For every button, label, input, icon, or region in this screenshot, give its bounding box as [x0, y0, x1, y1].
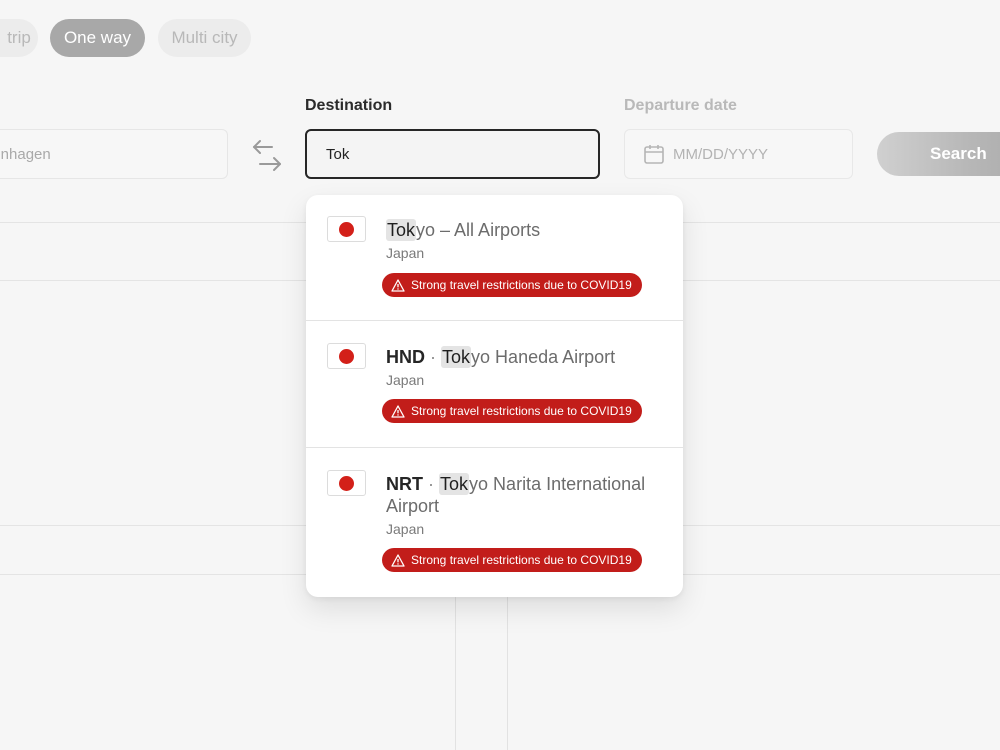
- search-button[interactable]: Search: [877, 132, 1000, 176]
- matched-text: Tok: [441, 346, 472, 368]
- suggestion-item[interactable]: HND · Tokyo Haneda Airport Japan Strong …: [306, 321, 683, 448]
- calendar-icon: [644, 145, 664, 164]
- covid-warning-badge: Strong travel restrictions due to COVID1…: [382, 273, 642, 297]
- round-trip-label: trip: [7, 28, 31, 47]
- multi-city-tab[interactable]: Multi city: [158, 19, 251, 57]
- covid-warning-text: Strong travel restrictions due to COVID1…: [411, 278, 632, 292]
- matched-text: Tok: [386, 219, 417, 241]
- destination-input[interactable]: [305, 129, 600, 179]
- suggestion-name: yo Narita International Airport: [386, 474, 646, 516]
- warning-triangle-icon: [391, 404, 405, 418]
- background-divider: [455, 575, 456, 750]
- departure-date-placeholder: MM/DD/YYYY: [673, 145, 769, 163]
- destination-suggestions: Tokyo – All Airports Japan Strong travel…: [306, 195, 683, 597]
- destination-label: Destination: [305, 97, 393, 114]
- suggestion-name: yo Haneda Airport: [471, 347, 616, 367]
- background-divider: [507, 575, 508, 750]
- airport-code: HND: [386, 347, 425, 367]
- separator: ·: [430, 347, 437, 367]
- multi-city-label: Multi city: [171, 28, 238, 47]
- suggestion-title: Tokyo – All Airports: [386, 219, 666, 241]
- covid-warning-badge: Strong travel restrictions due to COVID1…: [382, 548, 642, 572]
- search-button-label: Search: [930, 144, 987, 163]
- separator: ·: [428, 474, 435, 494]
- covid-warning-badge: Strong travel restrictions due to COVID1…: [382, 399, 642, 423]
- swap-arrows-icon: [253, 140, 281, 171]
- covid-warning-text: Strong travel restrictions due to COVID1…: [411, 404, 632, 418]
- warning-triangle-icon: [391, 553, 405, 567]
- matched-text: Tok: [439, 473, 470, 495]
- one-way-tab[interactable]: One way: [50, 19, 145, 57]
- round-trip-tab[interactable]: trip: [0, 19, 38, 57]
- departure-date-label: Departure date: [624, 97, 737, 114]
- swap-button[interactable]: [250, 136, 284, 176]
- japan-flag-icon: [327, 343, 366, 369]
- suggestion-item[interactable]: Tokyo – All Airports Japan Strong travel…: [306, 195, 683, 321]
- suggestion-country: Japan: [386, 245, 425, 261]
- covid-warning-text: Strong travel restrictions due to COVID1…: [411, 553, 632, 567]
- suggestion-country: Japan: [386, 372, 425, 388]
- departure-date-field[interactable]: MM/DD/YYYY: [624, 129, 853, 179]
- japan-flag-icon: [327, 216, 366, 242]
- origin-value: penhagen: [0, 145, 51, 163]
- airport-code: NRT: [386, 474, 423, 494]
- japan-flag-icon: [327, 470, 366, 496]
- suggestion-country: Japan: [386, 521, 425, 537]
- origin-field[interactable]: penhagen: [0, 129, 228, 179]
- suggestion-title: HND · Tokyo Haneda Airport: [386, 346, 666, 368]
- suggestion-name: yo – All Airports: [416, 220, 541, 240]
- suggestion-item[interactable]: NRT · Tokyo Narita International Airport…: [306, 448, 683, 597]
- suggestion-title: NRT · Tokyo Narita International Airport: [386, 473, 666, 517]
- warning-triangle-icon: [391, 278, 405, 292]
- one-way-label: One way: [63, 28, 132, 47]
